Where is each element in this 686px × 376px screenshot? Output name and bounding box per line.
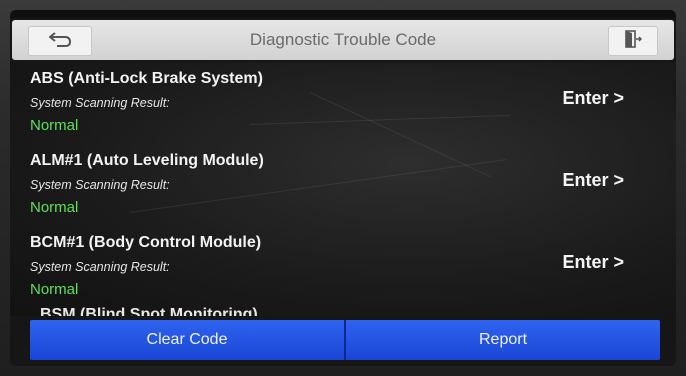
scan-result-label: System Scanning Result: bbox=[30, 260, 170, 274]
exit-button[interactable] bbox=[608, 26, 658, 56]
exit-door-icon bbox=[623, 29, 643, 54]
list-item[interactable]: BCM#1 (Body Control Module) System Scann… bbox=[10, 226, 676, 308]
system-name: BCM#1 (Body Control Module) bbox=[30, 234, 262, 251]
scan-result-label: System Scanning Result: bbox=[30, 178, 170, 192]
back-button[interactable] bbox=[28, 26, 92, 56]
screen: Diagnostic Trouble Code ABS (Anti-Lock B… bbox=[10, 10, 676, 366]
back-arrow-icon bbox=[47, 30, 73, 53]
status-text: Normal bbox=[30, 199, 79, 216]
enter-button[interactable]: Enter > bbox=[562, 170, 624, 191]
system-list[interactable]: ABS (Anti-Lock Brake System) System Scan… bbox=[10, 62, 676, 316]
status-text: Normal bbox=[30, 117, 79, 134]
page-title: Diagnostic Trouble Code bbox=[249, 30, 437, 49]
list-item[interactable]: ALM#1 (Auto Leveling Module) System Scan… bbox=[10, 144, 676, 226]
clear-code-button[interactable]: Clear Code bbox=[30, 320, 344, 360]
enter-button[interactable]: Enter > bbox=[562, 88, 624, 109]
device-frame: Diagnostic Trouble Code ABS (Anti-Lock B… bbox=[0, 0, 686, 376]
report-button[interactable]: Report bbox=[346, 320, 660, 360]
title-bar: Diagnostic Trouble Code bbox=[12, 20, 674, 60]
partial-list-item[interactable]: BSM (Blind Spot Monitoring) bbox=[40, 306, 258, 316]
list-item[interactable]: ABS (Anti-Lock Brake System) System Scan… bbox=[10, 62, 676, 144]
enter-button[interactable]: Enter > bbox=[562, 252, 624, 273]
system-name: ABS (Anti-Lock Brake System) bbox=[30, 70, 263, 87]
scan-result-label: System Scanning Result: bbox=[30, 96, 170, 110]
system-name: ALM#1 (Auto Leveling Module) bbox=[30, 152, 264, 169]
status-text: Normal bbox=[30, 281, 79, 298]
status-bar bbox=[10, 10, 676, 18]
action-bar: Clear Code Report bbox=[30, 320, 660, 360]
